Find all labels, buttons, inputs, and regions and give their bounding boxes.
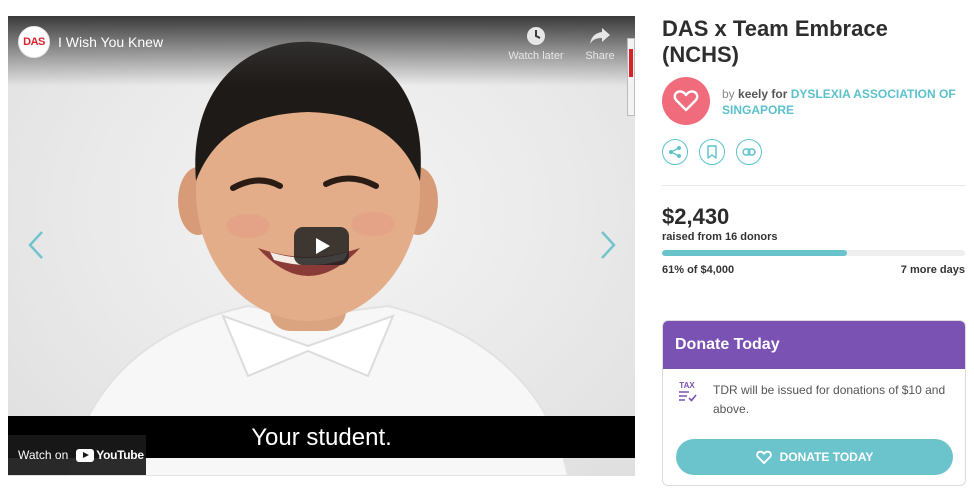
avatar[interactable] — [662, 77, 710, 125]
tax-info-text: TDR will be issued for donations of $10 … — [713, 383, 946, 416]
divider — [662, 185, 965, 186]
side-badge — [627, 38, 635, 116]
video-title[interactable]: I Wish You Knew — [58, 34, 163, 50]
youtube-label: YouTube — [96, 448, 144, 462]
share-arrow-icon — [590, 28, 610, 44]
watch-on-label: Watch on — [18, 448, 69, 462]
donate-card: Donate Today TAX TDR will be issued for … — [662, 320, 966, 486]
donate-card-header: Donate Today — [663, 321, 965, 369]
donor-count: raised from 16 donors — [662, 231, 778, 243]
donate-today-button[interactable]: DONATE TODAY — [676, 439, 953, 475]
youtube-play-icon — [76, 448, 95, 462]
days-remaining: 7 more days — [900, 264, 965, 276]
channel-logo[interactable]: DAS — [18, 26, 50, 58]
heart-icon — [673, 90, 699, 112]
tax-checklist-icon: TAX — [677, 381, 697, 419]
fundraiser-user-link[interactable]: keely — [738, 87, 768, 101]
byline: by keely for DYSLEXIA ASSOCIATION OF SIN… — [722, 86, 967, 118]
play-icon[interactable] — [294, 227, 349, 265]
channel-logo-text: DAS — [23, 36, 45, 48]
watch-later-label: Watch later — [508, 50, 564, 62]
watch-later-button[interactable]: Watch later — [504, 26, 568, 62]
heart-icon — [755, 450, 772, 464]
video-player[interactable]: DAS I Wish You Knew Watch later Share Yo… — [8, 16, 635, 476]
bookmark-button[interactable] — [699, 139, 725, 165]
chevron-right-icon[interactable] — [598, 230, 618, 260]
bookmark-icon — [707, 145, 717, 159]
percent-of-goal: 61% of $4,000 — [662, 264, 735, 276]
donate-button-label: DONATE TODAY — [779, 450, 874, 464]
for-word: for — [771, 87, 788, 101]
progress-bar — [662, 250, 965, 256]
clock-icon — [527, 27, 545, 45]
share-video-label: Share — [585, 50, 615, 62]
progress-fill — [662, 250, 847, 256]
youtube-logo: YouTube — [76, 448, 144, 462]
share-button[interactable] — [662, 139, 688, 165]
tax-info: TAX TDR will be issued for donations of … — [677, 381, 957, 419]
watch-on-youtube-button[interactable]: Watch on YouTube — [8, 435, 146, 475]
share-actions — [662, 139, 762, 165]
link-icon — [742, 148, 756, 156]
tax-icon-label: TAX — [679, 381, 695, 390]
amount-raised: $2,430 — [662, 204, 730, 229]
copy-link-button[interactable] — [736, 139, 762, 165]
share-video-button[interactable]: Share — [568, 26, 632, 62]
chevron-left-icon[interactable] — [26, 230, 46, 260]
campaign-title: DAS x Team Embrace (NCHS) — [662, 16, 888, 67]
share-icon — [669, 146, 681, 158]
by-prefix: by — [722, 87, 735, 101]
